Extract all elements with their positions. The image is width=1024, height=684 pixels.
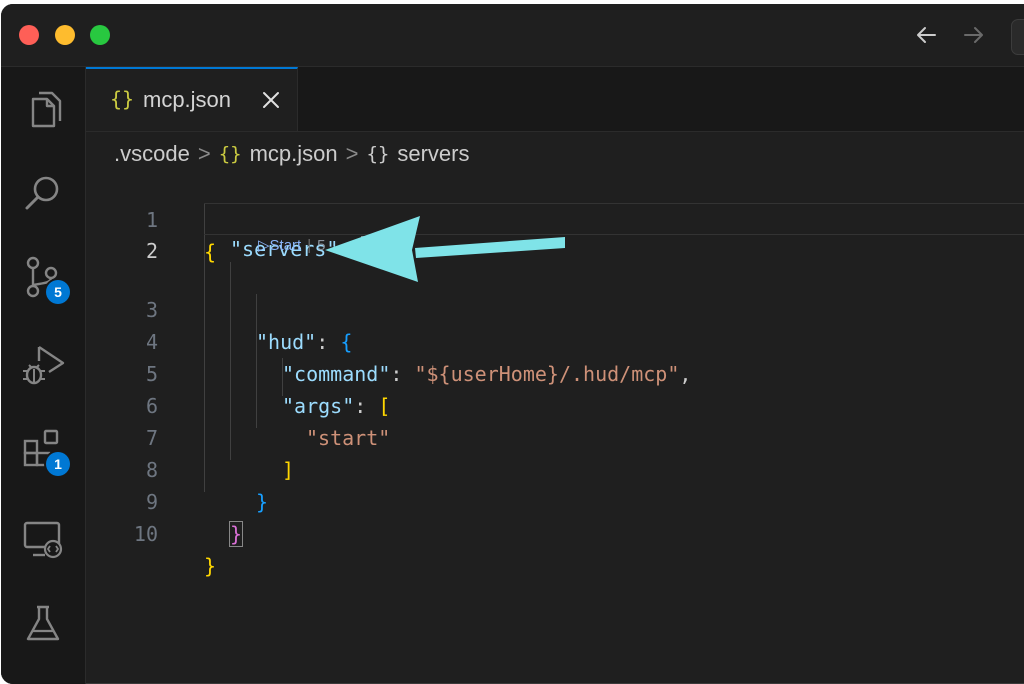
- close-window-button[interactable]: [19, 25, 39, 45]
- codelens: ▷Start | 5: [258, 236, 325, 256]
- breadcrumb: .vscode > {} mcp.json > {} servers: [114, 140, 470, 168]
- code-line: 10 }: [86, 486, 1024, 578]
- code-token: :: [338, 237, 351, 261]
- editor-tabs: {} mcp.json: [86, 67, 1024, 132]
- code-line-number-row: 2: [86, 203, 158, 263]
- code-line-current: "servers": {: [204, 203, 1024, 262]
- remote-explorer-icon[interactable]: [19, 515, 67, 563]
- object-symbol-icon: {}: [366, 143, 390, 165]
- start-server-link[interactable]: ▷Start: [258, 237, 301, 254]
- source-control-badge: 5: [46, 280, 70, 304]
- chevron-right-icon: >: [197, 141, 211, 166]
- code-line: 1 {: [86, 172, 1024, 264]
- breadcrumb-folder[interactable]: .vscode: [114, 141, 190, 167]
- vscode-window: 5 1 {} mcp.json .vscode > {} mcp.json > …: [1, 4, 1024, 684]
- code-editor[interactable]: 1 { "servers": { 2 3 "hud": { 4 "command…: [86, 172, 1024, 684]
- flask-icon[interactable]: [19, 599, 67, 647]
- breadcrumb-file[interactable]: mcp.json: [250, 141, 338, 167]
- command-center[interactable]: [1011, 19, 1024, 55]
- code-line: 8 }: [86, 422, 1024, 514]
- activity-bar: 5 1: [1, 67, 86, 684]
- matched-bracket: }: [228, 521, 244, 547]
- files-icon[interactable]: [19, 87, 67, 135]
- code-line: 4 "command": "${userHome}/.hud/mcp",: [86, 294, 1024, 386]
- minimize-window-button[interactable]: [55, 25, 75, 45]
- tab-label: mcp.json: [143, 87, 232, 112]
- source-control-icon[interactable]: 5: [19, 253, 70, 304]
- code-token: }: [204, 554, 217, 578]
- tab-mcp-json[interactable]: {} mcp.json: [86, 67, 298, 131]
- extensions-icon[interactable]: 1: [19, 425, 70, 476]
- breadcrumb-symbol[interactable]: servers: [397, 141, 469, 167]
- title-bar: [1, 4, 1024, 67]
- matched-bracket: {: [361, 236, 376, 262]
- zoom-window-button[interactable]: [90, 25, 110, 45]
- code-line: 3 "hud": {: [86, 262, 1024, 354]
- chevron-right-icon: >: [345, 141, 359, 166]
- code-line: 9 }: [86, 454, 1024, 547]
- code-line: 6 "start": [86, 358, 1024, 450]
- json-file-icon: {}: [110, 87, 135, 111]
- run-debug-icon[interactable]: [19, 339, 67, 387]
- arrow-left-icon[interactable]: [913, 21, 941, 49]
- tool-count[interactable]: 5: [317, 237, 325, 254]
- code-line: 5 "args": [: [86, 326, 1024, 418]
- extensions-badge: 1: [46, 452, 70, 476]
- codelens-separator: |: [307, 237, 312, 254]
- json-file-icon: {}: [218, 143, 242, 165]
- search-icon[interactable]: [19, 169, 67, 217]
- line-number: 10: [133, 522, 158, 546]
- code-line: 7 ]: [86, 390, 1024, 482]
- close-icon[interactable]: [260, 89, 282, 111]
- arrow-right-icon[interactable]: [959, 21, 987, 49]
